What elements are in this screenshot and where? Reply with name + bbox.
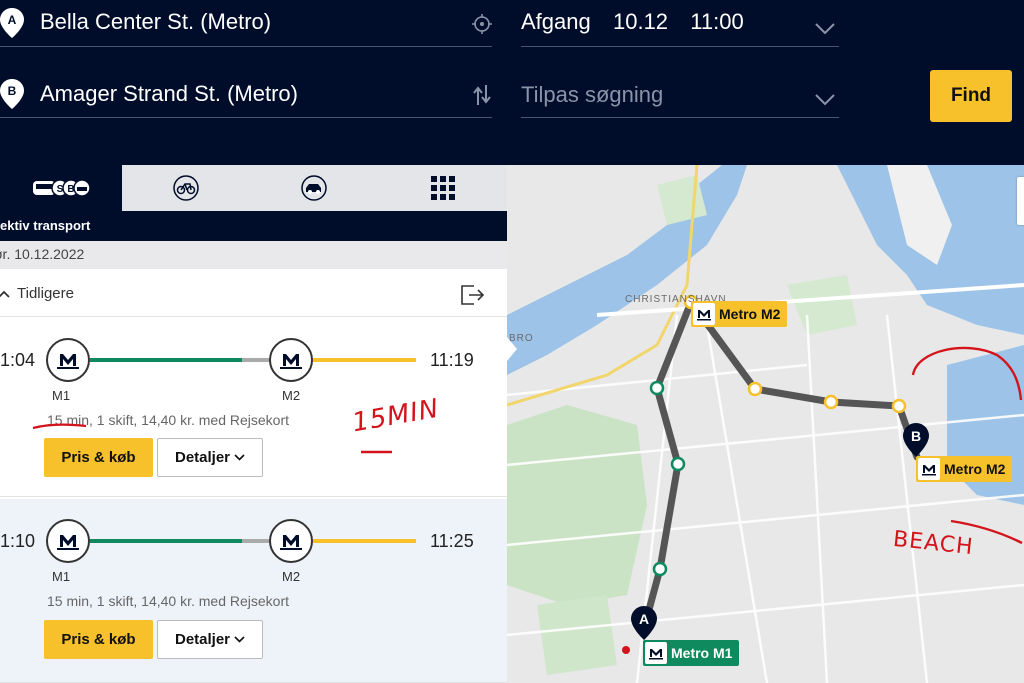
- search-header: A Bella Center St. (Metro) B Amager Stra…: [0, 0, 1024, 165]
- earlier-row[interactable]: Tidligere: [0, 269, 507, 317]
- chevron-up-icon: [0, 290, 10, 298]
- swap-icon[interactable]: [472, 83, 492, 107]
- journey-planner: A Bella Center St. (Metro) B Amager Stra…: [0, 0, 1024, 683]
- metro-icon: [46, 338, 90, 382]
- route-map[interactable]: CHRISTIANSHAVN BRO A B Metro M2 Metro M2…: [507, 165, 1024, 683]
- trip-details-text: , 1 skift, 14,40 kr. med Rejsekort: [89, 412, 290, 428]
- m1-segment: [90, 539, 242, 543]
- tab-car[interactable]: [250, 165, 378, 211]
- from-underline: [0, 46, 492, 47]
- marker-b-icon[interactable]: B: [903, 423, 929, 457]
- trip-depart-time: 1:10: [0, 531, 36, 551]
- earlier-label: Tidligere: [17, 285, 74, 302]
- metro-icon: [645, 642, 667, 664]
- mode-tabs: S B ektiv transport: [0, 165, 507, 241]
- trip-details-text: , 1 skift, 14,40 kr. med Rejsekort: [89, 593, 290, 609]
- line-label-m1: M1: [52, 388, 71, 403]
- buy-button[interactable]: Pris & køb: [44, 438, 153, 477]
- metro-icon: [269, 519, 313, 563]
- trip-arrive-time: 11:19: [430, 350, 474, 370]
- departure-selector[interactable]: Afgang 10.12 11:00: [521, 9, 744, 35]
- details-label: Detaljer: [174, 449, 231, 466]
- date-header: ør. 10.12.2022: [0, 241, 507, 269]
- svg-text:A: A: [8, 13, 17, 27]
- marker-a-text: A: [639, 611, 649, 627]
- handwritten-dot: [622, 646, 630, 654]
- departure-time: 11:00: [690, 9, 744, 34]
- metro-icon: [693, 303, 715, 325]
- public-transport-icon: S B: [33, 179, 90, 197]
- to-field[interactable]: Amager Strand St. (Metro): [40, 81, 298, 107]
- map-label-transfer[interactable]: Metro M2: [691, 301, 788, 327]
- map-collapse-handle[interactable]: [507, 337, 517, 361]
- details-button[interactable]: Detaljer: [157, 620, 263, 659]
- export-icon[interactable]: [460, 284, 484, 306]
- from-field[interactable]: Bella Center St. (Metro): [40, 9, 271, 35]
- m2-segment: [313, 539, 416, 543]
- destination-stop-label: Metro M2: [944, 461, 1006, 477]
- active-mode-label: ektiv transport: [0, 218, 91, 233]
- trip-card[interactable]: 1:10 11:25 M1 M2 15 min, 1 skift, 14,40 …: [0, 499, 507, 683]
- m2-segment: [313, 358, 416, 362]
- departure-underline: [521, 46, 839, 47]
- m1-segment: [90, 358, 242, 362]
- marker-a-icon[interactable]: A: [631, 606, 657, 640]
- line-label-m1: M1: [52, 569, 71, 584]
- map-control[interactable]: [1017, 177, 1024, 225]
- car-icon: [301, 175, 327, 201]
- trip-arrive-time: 11:25: [430, 531, 474, 551]
- line-label-m2: M2: [282, 569, 301, 584]
- handwritten-dash: [361, 450, 392, 454]
- walk-segment: [242, 539, 270, 543]
- locate-icon[interactable]: [472, 14, 492, 34]
- results-panel: S B ektiv transport ør. 10.12.2022 Tidli…: [0, 165, 507, 683]
- map-canvas[interactable]: [507, 165, 1024, 683]
- chevron-down-icon: [234, 636, 245, 643]
- marker-b-text: B: [911, 428, 921, 444]
- details-button[interactable]: Detaljer: [157, 438, 263, 477]
- tab-more[interactable]: [378, 165, 507, 211]
- departure-date: 10.12: [612, 9, 669, 34]
- origin-stop-label: Metro M1: [671, 645, 733, 661]
- walk-segment: [242, 358, 270, 362]
- tab-public-transport[interactable]: S B: [0, 165, 122, 211]
- details-label: Detaljer: [174, 631, 231, 648]
- metro-icon: [918, 458, 940, 480]
- chevron-down-icon[interactable]: [814, 22, 836, 36]
- map-label-destination[interactable]: Metro M2: [916, 456, 1013, 482]
- chevron-down-icon[interactable]: [814, 93, 836, 107]
- line-label-m2: M2: [282, 388, 301, 403]
- trip-info: 15 min, 1 skift, 14,40 kr. med Rejsekort: [47, 593, 289, 609]
- handwritten-beach-arc: [911, 346, 1023, 401]
- tab-bike[interactable]: [122, 165, 250, 211]
- bike-icon: [173, 175, 199, 201]
- buy-button[interactable]: Pris & køb: [44, 620, 153, 659]
- departure-mode: Afgang: [521, 9, 591, 34]
- marker-b-icon: B: [0, 79, 24, 109]
- to-underline: [0, 117, 492, 118]
- metro-icon: [269, 338, 313, 382]
- chevron-down-icon: [234, 454, 245, 461]
- grid-icon: [430, 176, 455, 200]
- find-button[interactable]: Find: [930, 70, 1012, 122]
- marker-a-icon: A: [0, 8, 24, 38]
- transfer-stop-label: Metro M2: [719, 306, 781, 322]
- trip-depart-time: 1:04: [0, 350, 36, 370]
- trip-duration: 15 min: [47, 593, 90, 609]
- map-label-origin[interactable]: Metro M1: [643, 640, 740, 666]
- refine-search-field[interactable]: Tilpas søgning: [521, 82, 663, 108]
- refine-underline: [521, 117, 839, 118]
- svg-text:B: B: [8, 84, 17, 98]
- metro-icon: [46, 519, 90, 563]
- handwritten-underline: [32, 423, 87, 430]
